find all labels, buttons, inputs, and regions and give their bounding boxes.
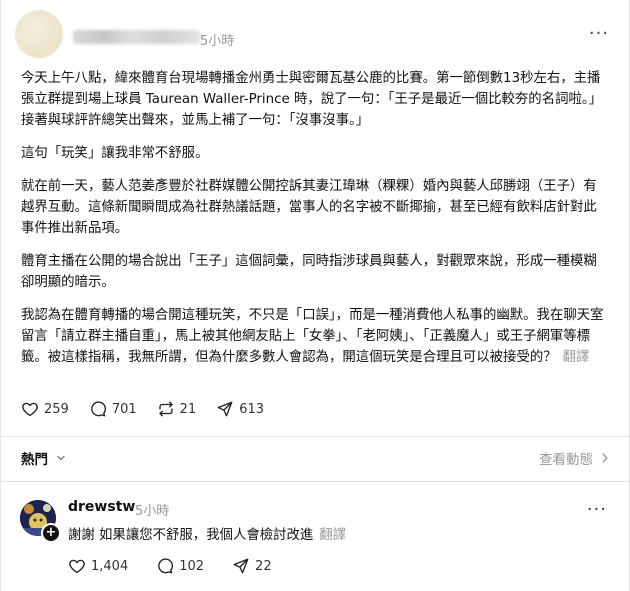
comment-button[interactable]: 701 [89,400,137,418]
chevron-right-icon[interactable] [599,451,611,465]
divider [1,436,630,437]
like-button[interactable]: 259 [21,400,69,418]
reply-like-count: 1,404 [91,558,129,574]
reply-text-line: 謝謝 如果讓您不舒服，我個人會檢討改進 翻譯 [68,523,346,543]
send-icon [217,401,233,417]
blurred-avatar[interactable] [15,10,63,58]
post-paragraph-last: 我認為在體育轉播的場合開這種玩笑，不只是「口誤」，而是一種消費他人私事的幽默。我… [21,305,609,368]
reply-comment-button[interactable]: 102 [156,557,204,575]
reply-actions: 1,404 102 22 [68,557,300,575]
repost-icon [158,401,173,417]
post-paragraph-text: 我認為在體育轉播的場合開這種玩笑，不只是「口誤」，而是一種消費他人私事的幽默。我… [21,308,604,365]
reply-text: 謝謝 如果讓您不舒服，我個人會檢討改進 [68,528,314,543]
share-count: 613 [239,401,265,417]
translate-link[interactable]: 翻譯 [563,350,590,365]
more-options-icon[interactable]: ··· [587,24,611,44]
reply-username[interactable]: drewstw [68,499,135,515]
divider [1,481,630,482]
post-paragraph: 這句「玩笑」讓我非常不舒服。 [21,146,209,161]
heart-icon [69,559,85,574]
comment-icon [91,401,106,417]
post-paragraph: 今天上午八點，緯來體育台現場轉播金州勇士與密爾瓦基公鹿的比賽。第一節倒數13秒左… [21,71,602,128]
comment-count: 701 [111,401,137,417]
heart-icon [22,402,38,417]
post-paragraph: 體育主播在公開的場合說出「王子」這個詞彙，同時指涉球員與藝人，對觀眾來說，形成一… [21,254,597,290]
share-button[interactable]: 613 [216,400,264,418]
blurred-username[interactable] [73,30,201,44]
post-body: 今天上午八點，緯來體育台現場轉播金州勇士與密爾瓦基公鹿的比賽。第一節倒數13秒左… [21,68,609,380]
repost-count: 21 [179,401,197,417]
send-icon [233,558,249,574]
post-timestamp: 5小時 [200,34,235,49]
view-activity-link[interactable]: 查看動態 [539,448,593,468]
reply-comment-count: 102 [179,558,205,574]
reply-share-button[interactable]: 22 [232,557,272,575]
more-options-icon[interactable]: ··· [587,499,607,520]
follow-plus-icon[interactable]: + [41,523,61,543]
reply-like-button[interactable]: 1,404 [68,557,128,575]
thread-frame: 5小時 ··· 今天上午八點，緯來體育台現場轉播金州勇士與密爾瓦基公鹿的比賽。第… [0,0,630,591]
post-paragraph: 就在前一天，藝人范姜彥豐於社群媒體公開控訴其妻江瑋琳（粿粿）婚內與藝人邱勝翊（王… [21,179,597,236]
sort-row: 熱門 查看動態 [21,448,611,468]
reply-share-count: 22 [255,558,272,574]
comment-icon [158,558,174,574]
translate-link[interactable]: 翻譯 [319,528,346,543]
repost-button[interactable]: 21 [157,400,197,418]
reply-timestamp: 5小時 [135,504,170,519]
chevron-down-icon[interactable] [55,452,67,464]
sort-dropdown-label[interactable]: 熱門 [21,448,48,468]
post-actions: 259 701 21 613 [21,397,284,421]
like-count: 259 [44,401,69,417]
post-header: 5小時 ··· [15,10,615,60]
